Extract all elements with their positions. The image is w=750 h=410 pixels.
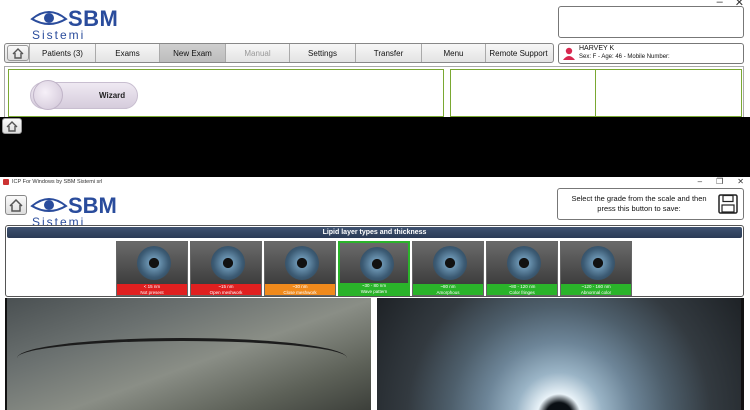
nav-label: Manual [244,48,271,58]
grade-thumb-4[interactable]: ~80 nm Amorphous [412,241,484,296]
nav-label: Exams [115,48,140,58]
sbm-logo: SBM Sistemi [28,191,128,229]
nav-new-exam[interactable]: New Exam [159,44,225,62]
nav-label: Settings [308,48,337,58]
nav-label: Transfer [373,48,404,58]
nav-label: Remote Support [489,48,548,58]
home-button[interactable] [7,45,29,61]
brand-subtitle: Sistemi [32,28,86,42]
nav-label: New Exam [173,48,212,58]
nav-exams[interactable]: Exams [95,44,159,62]
home-icon [12,47,24,59]
bottom-window: ICP For Windows by SBM Sistemi srl – ❐ ✕… [0,177,750,410]
grade-thumb-1[interactable]: ~15 nm Open meshwork [190,241,262,296]
grade-thumb-6[interactable]: ~120 - 160 nm Abnormal color [560,241,632,296]
nav-patients[interactable]: Patients (3) [29,44,95,62]
eye-image [561,242,631,286]
minimize-icon[interactable]: – [698,177,702,186]
grade-thumb-2[interactable]: ~30 nm Close meshwork [264,241,336,296]
patient-name: HARVEY K [579,45,615,52]
save-instruction: Select the grade from the scale and then… [571,194,707,213]
grade-name: Not present [140,289,164,295]
home-icon [6,120,18,132]
main-navbar: Patients (3) Exams New Exam Manual Setti… [4,43,554,63]
iris [433,246,467,280]
grade-thumb-0[interactable]: < 15 nm Not present [116,241,188,296]
patient-avatar-icon [563,47,575,60]
exam-views [5,298,744,410]
grade-caption: ~80 nm Amorphous [413,284,483,295]
grade-caption: < 15 nm Not present [117,284,187,295]
home-button-small[interactable] [2,118,22,134]
grade-name: Wave pattern [360,288,388,294]
grade-thumbnails: < 15 nm Not present ~15 nm Open meshwork ~… [116,241,632,296]
eye-image [487,242,557,286]
window-title: ICP For Windows by SBM Sistemi srl [12,179,103,185]
save-panel: Select the grade from the scale and then… [557,188,744,220]
grade-caption: ~80 - 120 nm Color fringes [487,284,557,295]
grade-caption: ~15 nm Open meshwork [191,284,261,295]
grade-thumb-3[interactable]: ~30 - 80 nm Wave pattern [338,241,410,296]
nav-menu[interactable]: Menu [421,44,485,62]
right-panel [450,69,742,118]
grade-thumb-5[interactable]: ~80 - 120 nm Color fringes [486,241,558,296]
grade-name: Color fringes [509,289,535,295]
iris [581,246,615,280]
iris [507,246,541,280]
scale-title: Lipid layer types and thickness [7,227,742,238]
iris [360,247,394,281]
black-band [0,117,750,177]
iris [137,246,171,280]
patient-info: Sex: F - Age: 46 - Mobile Number: [579,54,670,60]
wizard-label: Wizard [99,91,126,100]
home-button[interactable] [5,195,27,215]
info-box [558,6,744,38]
grade-name: Amorphous [436,289,460,295]
iris [285,246,319,280]
wizard-button[interactable]: Wizard [30,80,138,110]
grade-name: Open meshwork [209,289,243,295]
eye-image [191,242,261,286]
wizard-icon [33,80,63,110]
floppy-disk-icon [718,194,738,214]
grade-caption: ~120 - 160 nm Abnormal color [561,284,631,295]
nav-transfer[interactable]: Transfer [355,44,421,62]
grade-caption: ~30 - 80 nm Wave pattern [340,283,408,294]
eye-photo-right[interactable] [377,298,741,410]
eye-image [413,242,483,286]
maximize-icon[interactable]: ❐ [716,177,723,186]
lipid-scale-panel: Lipid layer types and thickness < 15 nm N… [5,225,744,297]
patient-box[interactable]: HARVEY K Sex: F - Age: 46 - Mobile Numbe… [558,43,744,64]
eye-logo-icon [30,11,68,25]
eye-image [340,243,408,287]
window-titlebar: ICP For Windows by SBM Sistemi srl – ❐ ✕ [0,177,750,187]
top-window: – ✕ SBM Sistemi Patients (3) Exams New E… [0,0,750,118]
app-icon [3,179,9,185]
page: – ✕ SBM Sistemi Patients (3) Exams New E… [0,0,750,410]
save-button[interactable] [718,194,738,214]
eyelashes [17,338,347,378]
eye-image [117,242,187,286]
iris [211,246,245,280]
close-icon[interactable]: ✕ [737,177,744,186]
panel-divider [595,70,596,118]
sbm-logo: SBM Sistemi [28,4,128,42]
eye-photo-left[interactable] [7,298,371,410]
nav-settings[interactable]: Settings [289,44,355,62]
nav-manual[interactable]: Manual [225,44,289,62]
grade-name: Close meshwork [283,289,317,295]
eye-logo-icon [30,198,68,212]
eye-image [265,242,335,286]
grade-name: Abnormal color [580,289,612,295]
nav-label: Menu [443,48,464,58]
window-controls: – ❐ ✕ [698,177,744,186]
grade-caption: ~30 nm Close meshwork [265,284,335,295]
nav-remote-support[interactable]: Remote Support [485,44,551,62]
home-icon [9,198,23,212]
nav-label: Patients (3) [42,48,83,58]
